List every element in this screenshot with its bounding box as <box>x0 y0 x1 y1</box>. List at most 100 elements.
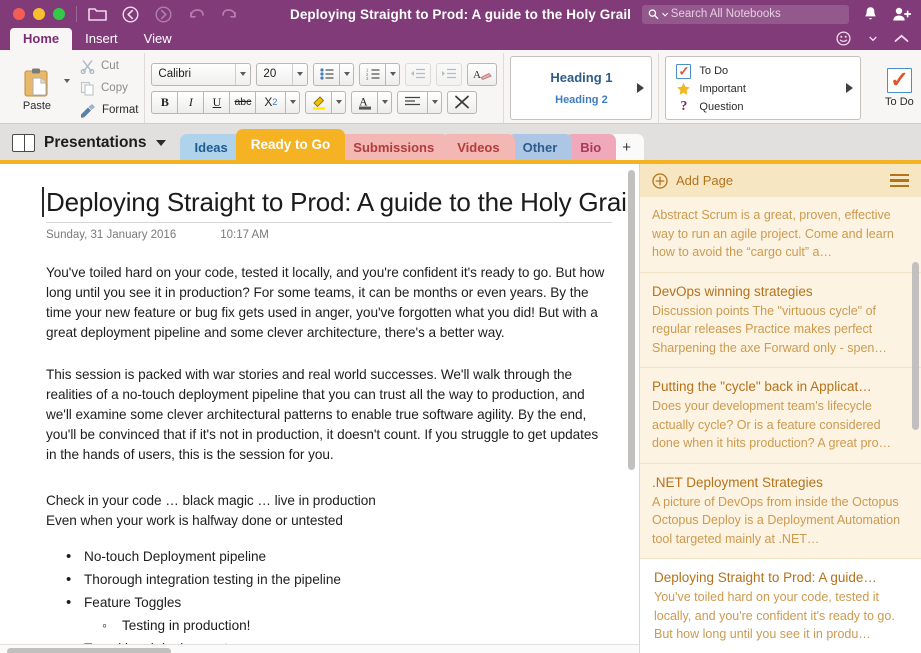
tag-todo[interactable]: ✓ To Do <box>676 62 856 80</box>
page-title[interactable]: Deploying Straight to Prod: A guide to t… <box>46 186 612 218</box>
list-item[interactable]: Abstract Scrum is a great, proven, effec… <box>640 197 921 273</box>
subscript-chevron-icon[interactable] <box>285 91 300 114</box>
align-left-icon[interactable] <box>397 91 427 114</box>
page-paragraph-4[interactable]: Even when your work is halfway done or u… <box>46 511 606 531</box>
numbered-list-icon[interactable]: 123 <box>359 63 385 86</box>
bulleted-list-chevron-icon[interactable] <box>339 63 354 86</box>
list-item[interactable]: Feature Toggles <box>46 591 639 614</box>
numbered-list-control[interactable]: 123 <box>359 63 400 86</box>
styles-gallery[interactable]: Heading 1 Heading 2 <box>510 56 652 120</box>
list-item[interactable]: Thorough integration testing in the pipe… <box>46 568 639 591</box>
paragraph-align-control[interactable] <box>397 91 442 114</box>
tags-gallery[interactable]: ✓ To Do Important ? Question <box>665 56 861 120</box>
search-box[interactable] <box>642 5 849 24</box>
page-paragraph-2[interactable]: This session is packed with war stories … <box>46 365 606 465</box>
bulleted-list-control[interactable] <box>313 63 354 86</box>
page-canvas[interactable]: Deploying Straight to Prod: A guide to t… <box>0 164 640 653</box>
chevron-down-icon[interactable] <box>156 140 166 146</box>
font-family-combo[interactable]: Calibri <box>151 63 251 86</box>
ribbon-tab-home[interactable]: Home <box>10 28 72 50</box>
cut-button[interactable]: Cut <box>80 56 138 76</box>
section-tab-ideas[interactable]: Ideas <box>180 134 243 160</box>
redo-icon[interactable] <box>220 5 239 24</box>
tag-important[interactable]: Important <box>676 80 856 98</box>
font-color-chevron-icon[interactable] <box>377 91 392 114</box>
copy-button[interactable]: Copy <box>80 78 138 98</box>
section-tab-bio[interactable]: Bio <box>565 134 616 160</box>
page-vertical-scroll-thumb[interactable] <box>628 170 635 470</box>
font-color-control[interactable]: A <box>351 91 392 114</box>
remove-formatting-icon[interactable] <box>447 91 477 114</box>
page-horizontal-scrollbar[interactable] <box>0 644 639 653</box>
list-item[interactable]: .NET Deployment Strategies A picture of … <box>640 464 921 560</box>
italic-button[interactable]: I <box>177 91 203 114</box>
undo-icon[interactable] <box>187 5 206 24</box>
highlight-control[interactable] <box>305 91 346 114</box>
font-family-chevron-icon[interactable] <box>235 64 250 85</box>
collapse-ribbon-icon[interactable] <box>892 29 911 48</box>
paste-button[interactable]: Paste <box>12 65 62 112</box>
list-item[interactable]: DevOps winning strategies Discussion poi… <box>640 273 921 369</box>
ribbon-tab-view[interactable]: View <box>131 28 185 50</box>
add-page-bar[interactable]: Add Page <box>640 164 921 197</box>
open-notebook-icon[interactable] <box>88 5 107 24</box>
page-title-label: DevOps winning strategies <box>652 282 907 301</box>
decrease-indent-icon[interactable] <box>405 63 431 86</box>
align-chevron-icon[interactable] <box>427 91 442 114</box>
section-tab-submissions[interactable]: Submissions <box>338 134 449 160</box>
search-input[interactable] <box>671 8 843 20</box>
paste-icon <box>22 67 52 99</box>
text-format-buttons[interactable]: B I U abc X2 <box>151 91 300 114</box>
bold-button[interactable]: B <box>151 91 177 114</box>
close-window-button[interactable] <box>13 8 25 20</box>
forward-icon[interactable] <box>154 5 173 24</box>
strikethrough-button[interactable]: abc <box>229 91 255 114</box>
font-color-icon[interactable]: A <box>351 91 377 114</box>
zoom-window-button[interactable] <box>53 8 65 20</box>
numbered-list-chevron-icon[interactable] <box>385 63 400 86</box>
quick-todo-button[interactable]: ✓ To Do <box>875 68 921 108</box>
page-title-block[interactable]: Deploying Straight to Prod: A guide to t… <box>46 186 612 218</box>
minimize-window-button[interactable] <box>33 8 45 20</box>
style-heading-1[interactable]: Heading 1 <box>511 70 651 85</box>
subscript-button[interactable]: X2 <box>255 91 285 114</box>
chevron-down-icon[interactable] <box>863 29 882 48</box>
page-vertical-scrollbar[interactable] <box>627 164 638 653</box>
plus-circle-icon[interactable] <box>652 173 668 189</box>
list-item[interactable]: No-touch Deployment pipeline <box>46 545 639 568</box>
page-horizontal-scroll-thumb[interactable] <box>7 648 171 653</box>
section-tab-ready-to-go[interactable]: Ready to Go <box>236 129 346 160</box>
bell-icon[interactable] <box>861 5 880 24</box>
page-bullet-list[interactable]: No-touch Deployment pipeline Thorough in… <box>46 545 639 653</box>
ribbon-tab-insert[interactable]: Insert <box>72 28 131 50</box>
increase-indent-icon[interactable] <box>436 63 462 86</box>
styles-expand-triangle-icon[interactable] <box>637 83 644 93</box>
font-size-combo[interactable]: 20 <box>256 63 308 86</box>
page-list-scroll-thumb[interactable] <box>912 262 919 430</box>
page-title-label: Deploying Straight to Prod: A guide… <box>654 568 907 587</box>
highlight-chevron-icon[interactable] <box>331 91 346 114</box>
notebook-selector[interactable]: Presentations <box>12 134 166 160</box>
clear-formatting-icon[interactable]: A <box>467 63 497 86</box>
format-painter-button[interactable]: Format <box>80 100 138 120</box>
bulleted-list-icon[interactable] <box>313 63 339 86</box>
smiley-icon[interactable] <box>834 29 853 48</box>
traffic-lights <box>10 8 65 20</box>
page-paragraph-1[interactable]: You've toiled hard on your code, tested … <box>46 263 606 343</box>
underline-button[interactable]: U <box>203 91 229 114</box>
style-heading-2[interactable]: Heading 2 <box>511 94 651 106</box>
back-icon[interactable] <box>121 5 140 24</box>
page-paragraph-3[interactable]: Check in your code … black magic … live … <box>46 491 606 511</box>
paste-options-caret-icon[interactable] <box>64 79 70 83</box>
tags-expand-triangle-icon[interactable] <box>846 83 853 93</box>
tag-question[interactable]: ? Question <box>676 98 856 116</box>
list-item[interactable]: Putting the "cycle" back in Applicat… Do… <box>640 368 921 464</box>
section-tab-other[interactable]: Other <box>508 134 573 160</box>
highlighter-icon[interactable] <box>305 91 331 114</box>
list-item[interactable]: Testing in production! <box>46 614 639 637</box>
add-user-icon[interactable] <box>892 5 911 24</box>
hamburger-icon[interactable] <box>890 174 909 188</box>
list-item[interactable]: Deploying Straight to Prod: A guide… You… <box>640 559 921 653</box>
font-size-chevron-icon[interactable] <box>292 64 307 85</box>
section-tab-videos[interactable]: Videos <box>442 134 514 160</box>
